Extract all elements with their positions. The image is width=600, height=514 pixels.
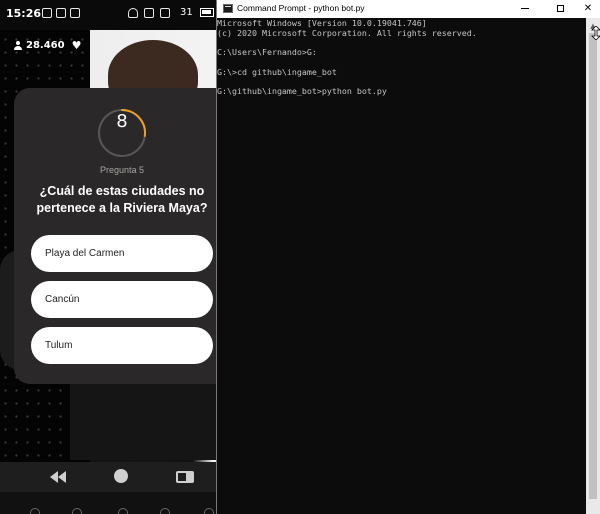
- answer-option-2[interactable]: Cancún: [31, 281, 213, 318]
- partial-icon: [118, 508, 128, 514]
- close-icon: ✕: [583, 3, 593, 14]
- cmd-app-icon: [223, 4, 233, 13]
- android-nav-bar: [0, 462, 216, 492]
- console-line: C:\Users\Fernando>G:: [217, 47, 317, 57]
- question-text: ¿Cuál de estas ciudades no pertenece a l…: [36, 184, 208, 215]
- partial-icon: [30, 508, 40, 514]
- partial-icon: [72, 508, 82, 514]
- person-icon: [14, 41, 22, 50]
- scrollbar-thumb[interactable]: [589, 33, 597, 499]
- answer-option-1[interactable]: Playa del Carmen: [31, 235, 213, 272]
- console-line: G:\>cd github\ingame_bot: [217, 67, 337, 77]
- timer-value: 8: [116, 111, 128, 132]
- answer-option-3[interactable]: Tulum: [31, 327, 213, 364]
- resize-cursor-icon: [591, 26, 600, 40]
- close-button[interactable]: ✕: [573, 0, 600, 18]
- minimize-icon: [521, 7, 529, 9]
- window-title: Command Prompt - python bot.py: [237, 3, 365, 13]
- console-line: Microsoft Windows [Version 10.0.19041.74…: [217, 18, 427, 28]
- back-triangle-icon[interactable]: [50, 471, 66, 483]
- console-line: (c) 2020 Microsoft Corporation. All righ…: [217, 28, 477, 38]
- countdown-timer: 8: [98, 109, 146, 157]
- console-output[interactable]: Microsoft Windows [Version 10.0.19041.74…: [217, 18, 586, 514]
- viewer-count: 28.460 ♥: [14, 39, 81, 52]
- phone-bottom-edge: [0, 492, 216, 514]
- maximize-button[interactable]: [545, 0, 575, 18]
- data-icon: [160, 8, 170, 18]
- maximize-icon: [556, 4, 564, 12]
- home-circle-icon[interactable]: [114, 469, 128, 483]
- notification-icon: [56, 8, 66, 18]
- viewer-count-value: 28.460: [26, 40, 65, 51]
- signal-icon: [144, 8, 154, 18]
- minimize-button[interactable]: [510, 0, 540, 18]
- vertical-scrollbar[interactable]: ▲: [586, 18, 600, 514]
- partial-icon: [160, 508, 170, 514]
- heart-icon[interactable]: ♥: [72, 39, 82, 52]
- status-time: 15:26: [6, 7, 42, 20]
- wifi-icon: [128, 8, 138, 18]
- notification-icon: [42, 8, 52, 18]
- close-notification-icon: [70, 8, 80, 18]
- phone-screen-mirror: 15:26 31 28.460 ♥ 8 Pregunta 5 ¿Cuál de …: [0, 0, 216, 514]
- recents-square-icon[interactable]: [176, 471, 194, 483]
- quiz-card: 8 Pregunta 5 ¿Cuál de estas ciudades no …: [14, 88, 216, 384]
- phone-status-bar: 15:26 31: [0, 0, 216, 30]
- battery-percent: 31: [180, 7, 193, 18]
- question-number: Pregunta 5: [99, 165, 145, 175]
- window-titlebar[interactable]: Command Prompt - python bot.py ✕: [217, 0, 600, 18]
- console-line: G:\github\ingame_bot>python bot.py: [217, 86, 387, 96]
- battery-icon: [200, 8, 214, 17]
- command-prompt-window: Command Prompt - python bot.py ✕ Microso…: [216, 0, 600, 514]
- partial-icon: [204, 508, 214, 514]
